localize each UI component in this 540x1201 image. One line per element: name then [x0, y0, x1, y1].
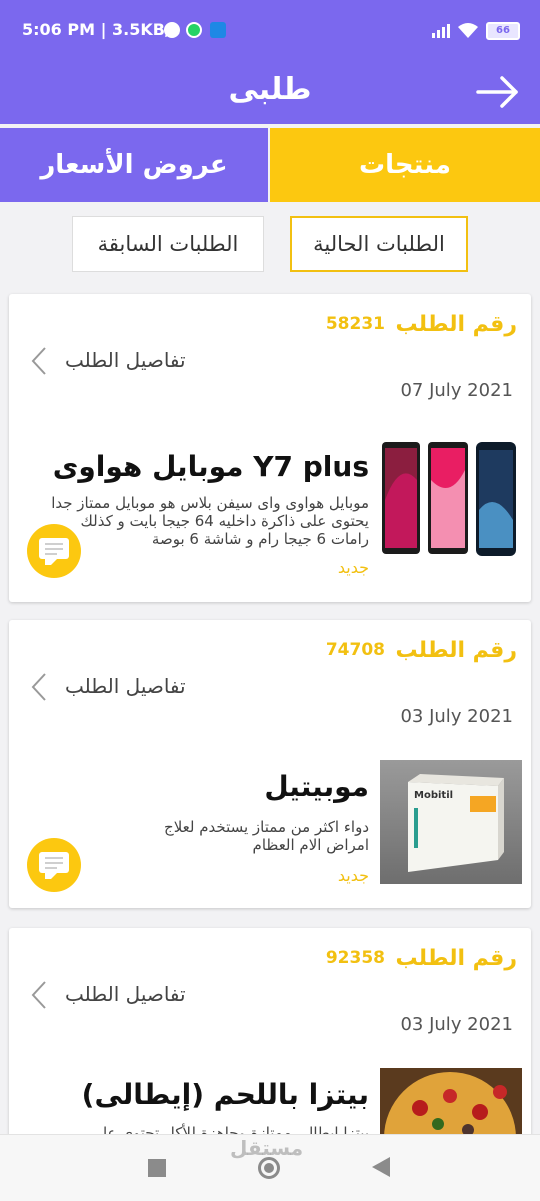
arrow-right-icon[interactable]: [476, 74, 520, 110]
status-time: 5:06 PM | 3.5KB/s: [22, 20, 181, 39]
order-date: 07 July 2021: [400, 380, 513, 401]
box-brand-text: Mobitil: [414, 790, 454, 801]
tab-price-offers[interactable]: عروض الأسعار: [0, 128, 268, 202]
order-details-link[interactable]: تفاصيل الطلب: [65, 348, 186, 372]
top-tabs: منتجات عروض الأسعار: [0, 128, 540, 202]
app-notification-icon: [210, 22, 226, 38]
watermark-logo: مستقل: [230, 1136, 304, 1160]
order-card[interactable]: رقم الطلب 74708 تفاصيل الطلب 03 July 202…: [9, 620, 531, 908]
battery-icon: 66: [486, 22, 520, 40]
order-status-badge: جديد: [337, 558, 369, 577]
recent-apps-icon[interactable]: [148, 1159, 166, 1177]
order-details-link[interactable]: تفاصيل الطلب: [65, 674, 186, 698]
chat-button[interactable]: [27, 524, 81, 578]
order-date: 03 July 2021: [400, 1014, 513, 1035]
signal-icon: [432, 24, 450, 38]
home-icon[interactable]: [258, 1157, 280, 1179]
wifi-icon: [458, 23, 478, 38]
order-number: 74708: [325, 640, 385, 660]
page-title: طلبى: [228, 72, 312, 107]
chat-icon: [39, 538, 69, 565]
back-icon[interactable]: [372, 1157, 390, 1177]
order-card[interactable]: رقم الطلب 92358 تفاصيل الطلب 03 July 202…: [9, 928, 531, 1148]
chevron-left-icon[interactable]: [31, 672, 47, 702]
order-number: 92358: [325, 948, 385, 968]
order-card[interactable]: رقم الطلب 58231 تفاصيل الطلب 07 July 202…: [9, 294, 531, 602]
chevron-left-icon[interactable]: [31, 346, 47, 376]
order-details-link[interactable]: تفاصيل الطلب: [65, 982, 186, 1006]
chat-button[interactable]: [27, 838, 81, 892]
product-image: [380, 440, 522, 566]
product-description: دواء اكثر من ممتاز يستخدم لعلاج امراض ال…: [164, 818, 369, 854]
order-date: 03 July 2021: [400, 706, 513, 727]
product-image: Mobitil: [380, 760, 522, 884]
tab-current-orders[interactable]: الطلبات الحالية: [290, 216, 468, 272]
order-status-badge: جديد: [337, 866, 369, 885]
order-number: 58231: [325, 314, 385, 334]
product-name: موبيتيل: [264, 770, 369, 803]
tab-products[interactable]: منتجات: [270, 128, 540, 202]
chat-icon: [39, 852, 69, 879]
product-name: بيتزا باللحم (إيطالى): [81, 1078, 369, 1111]
order-number-label: رقم الطلب: [395, 312, 517, 337]
app-header: طلبى: [0, 62, 540, 124]
product-description: موبايل هواوى واى سيفن بلاس هو موبايل ممت…: [51, 494, 369, 548]
whatsapp-icon: [186, 22, 202, 38]
alarm-icon: [164, 22, 180, 38]
product-name: موبايل هواوى Y7 plus: [52, 450, 369, 483]
order-number-label: رقم الطلب: [395, 946, 517, 971]
order-number-label: رقم الطلب: [395, 638, 517, 663]
tab-previous-orders[interactable]: الطلبات السابقة: [72, 216, 264, 272]
status-bar: 5:06 PM | 3.5KB/s 66: [0, 0, 540, 62]
chevron-left-icon[interactable]: [31, 980, 47, 1010]
